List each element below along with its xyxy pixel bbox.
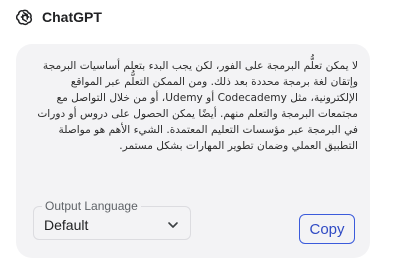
output-language-select[interactable]: Output Language Default: [33, 199, 191, 240]
chevron-down-icon: [166, 217, 180, 231]
output-language-label: Output Language: [42, 199, 141, 213]
output-language-value: Default: [44, 217, 89, 233]
response-text: لا يمكن تعلُّم البرمجة على الفور، لكن يج…: [37, 60, 358, 152]
openai-logo-icon: [16, 8, 34, 26]
response-card: لا يمكن تعلُّم البرمجة على الفور، لكن يج…: [16, 44, 370, 258]
app-title: ChatGPT: [42, 9, 102, 25]
app-header: ChatGPT: [16, 7, 102, 27]
copy-button[interactable]: Copy: [299, 214, 355, 244]
